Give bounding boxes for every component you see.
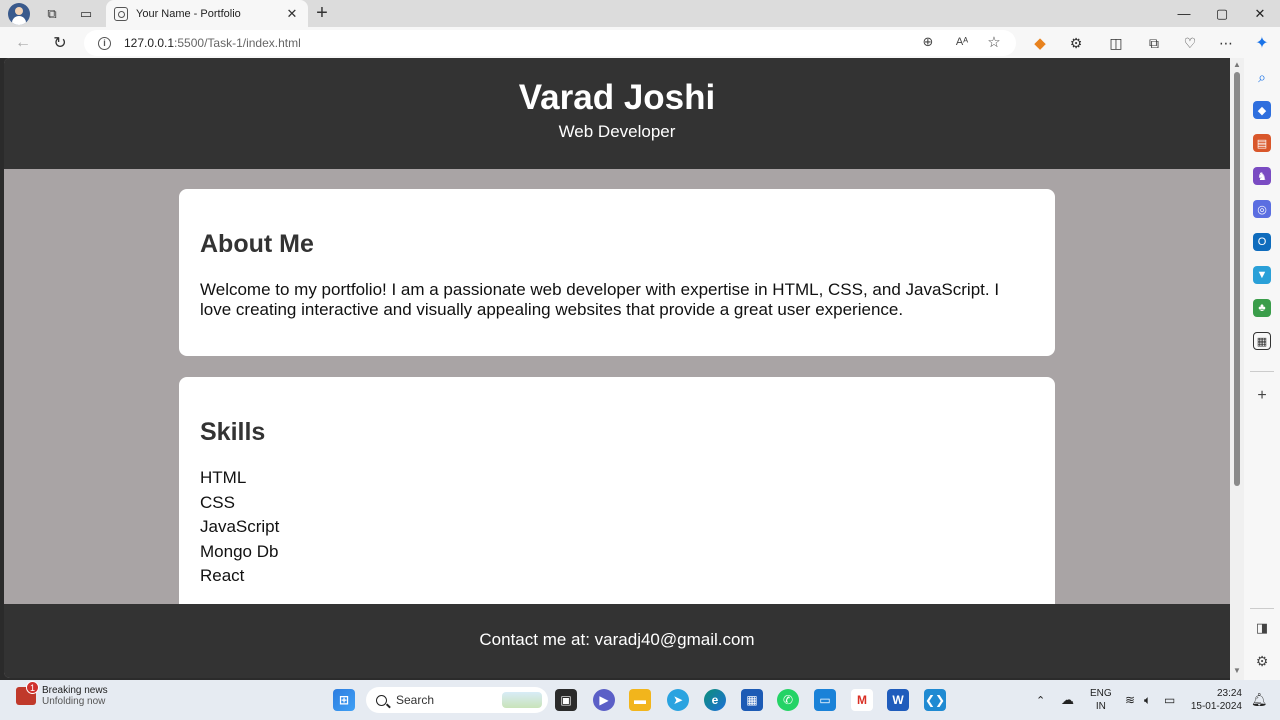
edge-browser-icon[interactable]: e — [704, 689, 726, 711]
sidebar-divider — [1250, 371, 1274, 372]
skill-item: CSS — [200, 492, 235, 512]
outlook-icon[interactable]: O — [1253, 233, 1271, 251]
page-subtitle: Web Developer — [558, 122, 676, 141]
back-arrow-icon[interactable]: ← — [11, 31, 35, 55]
tab-portfolio[interactable]: Your Name - Portfolio ✕ — [106, 0, 308, 27]
microsoft-store-icon[interactable]: ▦ — [741, 689, 763, 711]
battery-icon[interactable]: ▭ — [1164, 680, 1175, 720]
read-aloud-icon[interactable]: Aᴬ — [953, 33, 971, 51]
browser-toolbar: ← ↻ i 127.0.0.1:5500/Task-1/index.html ⊕… — [0, 27, 1280, 58]
new-tab-button[interactable]: + — [312, 2, 332, 24]
skills-heading: Skills — [200, 418, 266, 446]
scroll-up-arrow-icon[interactable]: ▲ — [1233, 60, 1241, 69]
browser-essentials-icon[interactable]: ♡ — [1178, 31, 1202, 55]
news-icon: 1 — [16, 681, 39, 705]
search-highlight-image — [502, 692, 542, 708]
clock-time: 23:24 — [1216, 688, 1242, 699]
hide-sidebar-icon[interactable]: ◨ — [1253, 619, 1271, 637]
tab-close-icon[interactable]: ✕ — [284, 6, 300, 22]
metamask-extension-icon[interactable]: ◆ — [1028, 31, 1052, 55]
telegram-icon[interactable]: ➤ — [667, 689, 689, 711]
page-scrollbar[interactable]: ▲ ▼ — [1230, 58, 1244, 680]
region-code: IN — [1095, 701, 1106, 712]
gmail-icon[interactable]: M — [851, 689, 873, 711]
news-subtitle: Unfolding now — [42, 696, 106, 707]
about-heading: About Me — [200, 230, 314, 258]
sidebar-settings-icon[interactable]: ⚙ — [1253, 652, 1271, 670]
volume-icon[interactable]: 🔈︎ — [1144, 680, 1151, 720]
vscode-icon[interactable]: ❮❯ — [924, 689, 946, 711]
tree-icon[interactable]: ♣ — [1253, 299, 1271, 317]
scrollbar-thumb[interactable] — [1234, 72, 1240, 486]
sidebar-search-icon[interactable]: ⌕ — [1253, 68, 1271, 86]
profile-avatar-icon[interactable] — [8, 3, 30, 25]
teams-chat-icon[interactable]: ▶ — [593, 689, 615, 711]
skill-item: HTML — [200, 468, 247, 487]
add-sidebar-app-icon[interactable]: + — [1253, 387, 1271, 405]
tab-actions-icon[interactable]: ▭ — [76, 4, 96, 24]
site-footer: Contact me at: varadj40@gmail.com — [4, 604, 1230, 678]
skill-item: Mongo Db — [200, 541, 279, 561]
split-screen-icon[interactable]: ◫ — [1104, 31, 1128, 55]
language-code: ENG — [1090, 688, 1112, 699]
games-chess-icon[interactable]: ♞ — [1253, 167, 1271, 185]
whatsapp-icon[interactable]: ✆ — [777, 689, 799, 711]
minimize-button[interactable]: — — [1165, 0, 1203, 27]
page-title: Varad Joshi — [518, 78, 716, 117]
task-view-icon[interactable]: ▣ — [555, 689, 577, 711]
page-viewport: Varad Joshi Web Developer About Me Welco… — [4, 58, 1230, 678]
address-bar[interactable]: i 127.0.0.1:5500/Task-1/index.html — [84, 30, 1016, 56]
sidebar-divider — [1250, 608, 1274, 609]
news-widget[interactable]: 1 Breaking news Unfolding now — [16, 681, 108, 707]
zoom-icon[interactable]: ⊕ — [919, 33, 937, 51]
page-favicon-icon — [114, 6, 128, 21]
about-section: About Me Welcome to my portfolio! I am a… — [179, 189, 1055, 356]
onedrive-cloud-icon[interactable]: ☁ — [1061, 680, 1074, 720]
tools-briefcase-icon[interactable]: ▤ — [1253, 134, 1271, 152]
workspaces-icon[interactable]: ⧉ — [42, 4, 62, 24]
url-path: :5500/Task-1/index.html — [174, 36, 301, 50]
show-hidden-icons-icon[interactable]: ⌃ — [1036, 680, 1045, 720]
collections-icon[interactable]: ⧉ — [1142, 31, 1166, 55]
skill-item: React — [200, 566, 245, 585]
url-host: 127.0.0.1 — [124, 36, 175, 50]
tab-title: Your Name - Portfolio — [136, 7, 241, 20]
refresh-icon[interactable]: ↻ — [48, 31, 72, 55]
word-icon[interactable]: W — [887, 689, 909, 711]
contact-text: Contact me at: varadj40@gmail.com — [479, 630, 755, 649]
browser-tab-bar: ⧉ ▭ Your Name - Portfolio ✕ + — ▢ ✕ — [0, 0, 1280, 27]
news-title: Breaking news — [42, 685, 108, 696]
search-label: Search — [396, 693, 435, 707]
edge-sidebar: ⌕ ◆ ▤ ♞ ◎ O ▼ ♣ ▦ + ◨ ⚙ — [1244, 58, 1280, 680]
site-info-icon[interactable]: i — [98, 36, 111, 50]
clock[interactable]: 23:24 15-01-2024 — [1190, 680, 1242, 720]
windows-taskbar: 1 Breaking news Unfolding now ⊞ Search ▣… — [0, 680, 1280, 720]
site-header: Varad Joshi Web Developer — [4, 58, 1230, 169]
about-text: Welcome to my portfolio! I am a passiona… — [200, 280, 1000, 319]
notification-bell-icon[interactable]: 🔔︎ — [1251, 680, 1268, 720]
windows-start-icon[interactable]: ⊞ — [333, 689, 355, 711]
drop-icon[interactable]: ▼ — [1253, 266, 1271, 284]
extensions-icon[interactable]: ⚙ — [1064, 31, 1088, 55]
favorite-star-icon[interactable]: ☆ — [985, 33, 1003, 51]
maximize-button[interactable]: ▢ — [1203, 0, 1241, 27]
taskbar-search[interactable]: Search — [366, 687, 548, 713]
skills-list: HTML CSS JavaScript Mongo Db React — [200, 466, 279, 589]
shopping-tag-icon[interactable]: ◆ — [1253, 101, 1271, 119]
scroll-down-arrow-icon[interactable]: ▼ — [1233, 666, 1241, 675]
microsoft-365-icon[interactable]: ◎ — [1253, 200, 1271, 218]
language-indicator[interactable]: ENG IN — [1090, 680, 1112, 720]
skills-section: Skills HTML CSS JavaScript Mongo Db Reac… — [179, 377, 1055, 637]
settings-more-icon[interactable]: ⋯ — [1214, 31, 1238, 55]
search-icon — [376, 694, 387, 706]
skill-item: JavaScript — [200, 517, 280, 536]
copilot-icon[interactable]: ✦ — [1250, 31, 1274, 55]
web-capture-icon[interactable]: ▦ — [1253, 332, 1271, 350]
clock-date: 15-01-2024 — [1190, 701, 1242, 712]
news-badge: 1 — [26, 681, 39, 694]
close-window-button[interactable]: ✕ — [1241, 0, 1279, 27]
file-explorer-icon[interactable]: ▬ — [629, 689, 651, 711]
remote-desktop-icon[interactable]: ▭ — [814, 689, 836, 711]
wifi-icon[interactable]: ≋ — [1125, 680, 1135, 720]
